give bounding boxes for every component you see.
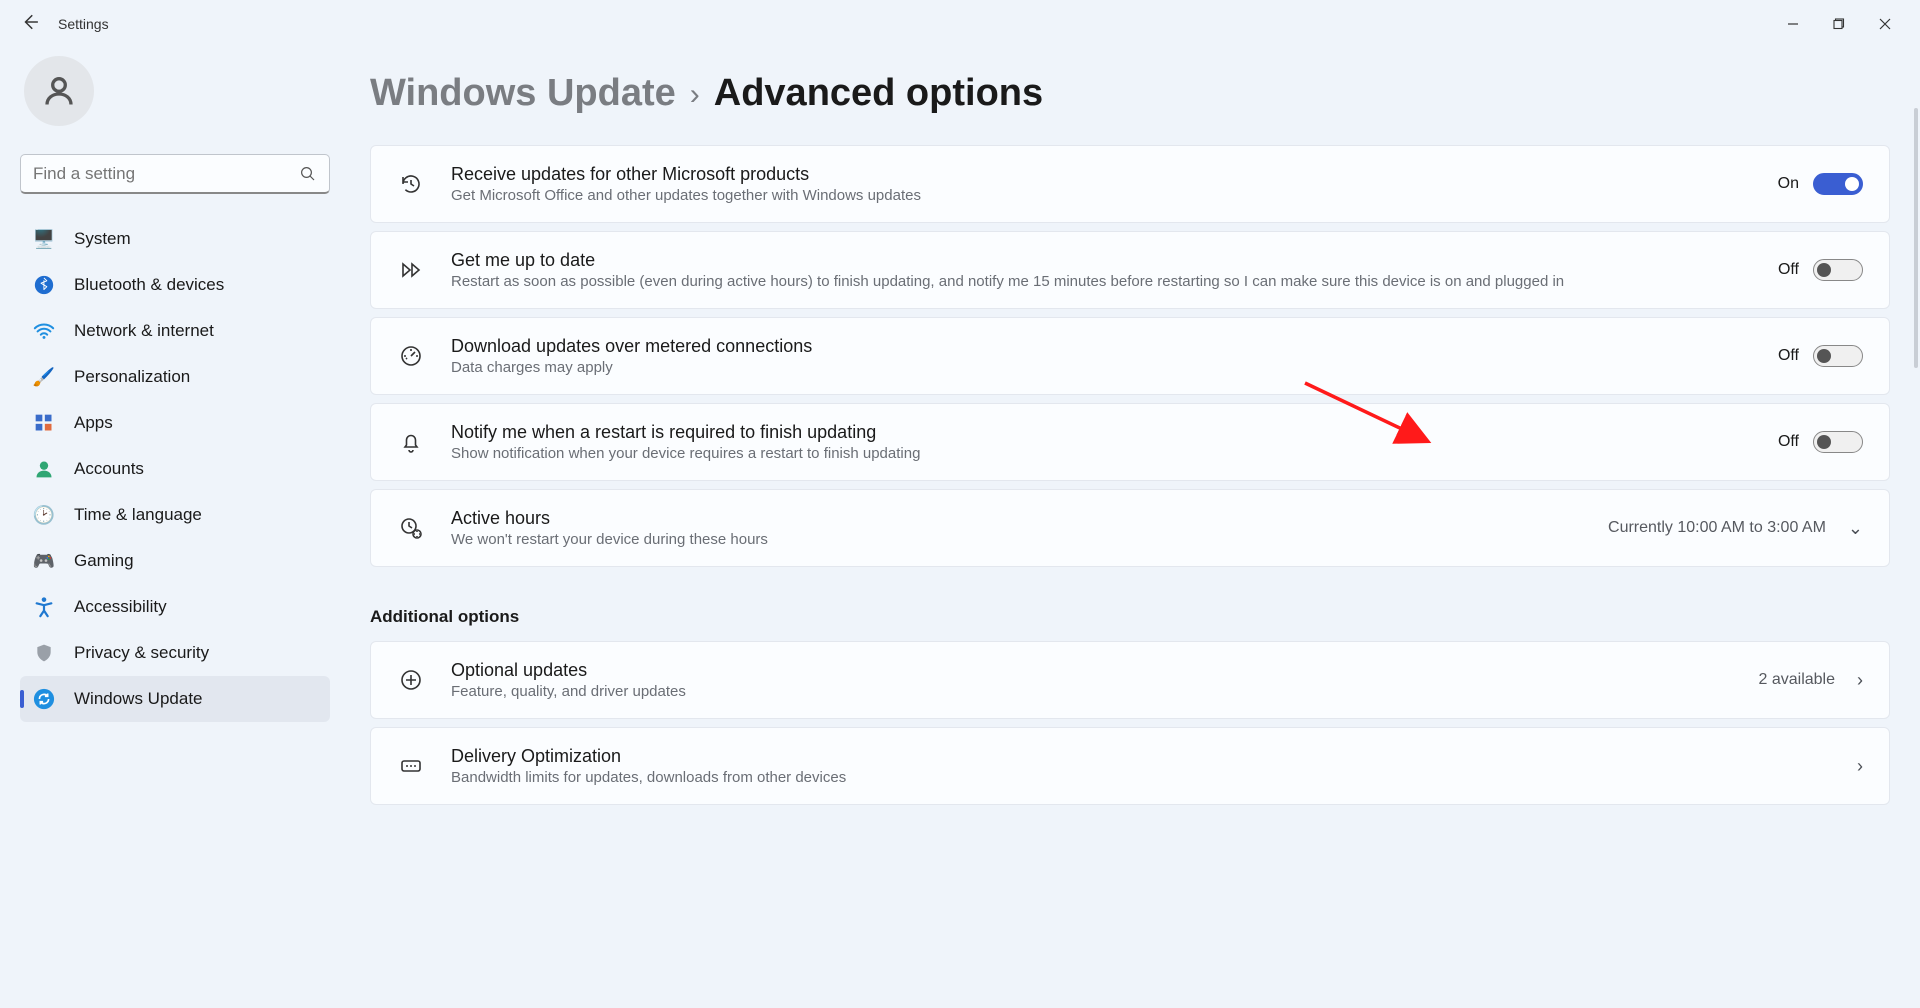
apps-icon bbox=[32, 411, 56, 435]
brush-icon: 🖌️ bbox=[32, 365, 56, 389]
shield-icon bbox=[32, 641, 56, 665]
clock-globe-icon: 🕑 bbox=[32, 503, 56, 527]
breadcrumb: Windows Update › Advanced options bbox=[370, 72, 1890, 115]
update-icon bbox=[32, 687, 56, 711]
close-button[interactable] bbox=[1862, 8, 1908, 40]
sidebar-item-label: Bluetooth & devices bbox=[74, 275, 224, 295]
sidebar-item-label: Privacy & security bbox=[74, 643, 209, 663]
setting-subtitle: Restart as soon as possible (even during… bbox=[451, 273, 1752, 290]
bell-icon bbox=[397, 430, 425, 454]
setting-optional-updates[interactable]: Optional updates Feature, quality, and d… bbox=[370, 641, 1890, 719]
clock-gear-icon bbox=[397, 516, 425, 540]
toggle-receive-other[interactable] bbox=[1813, 173, 1863, 195]
setting-delivery-optimization[interactable]: Delivery Optimization Bandwidth limits f… bbox=[370, 727, 1890, 805]
back-button[interactable] bbox=[12, 13, 48, 36]
setting-title: Delivery Optimization bbox=[451, 746, 1823, 767]
search-input[interactable] bbox=[20, 154, 330, 194]
setting-title: Download updates over metered connection… bbox=[451, 336, 1752, 357]
sidebar-item-network[interactable]: Network & internet bbox=[20, 308, 330, 354]
chevron-right-icon: › bbox=[690, 75, 700, 116]
setting-receive-other-products[interactable]: Receive updates for other Microsoft prod… bbox=[370, 145, 1890, 223]
page-title: Advanced options bbox=[714, 72, 1043, 115]
setting-title: Optional updates bbox=[451, 660, 1733, 681]
setting-title: Get me up to date bbox=[451, 250, 1752, 271]
search-field[interactable] bbox=[33, 164, 299, 184]
user-avatar[interactable] bbox=[24, 56, 94, 126]
setting-subtitle: Bandwidth limits for updates, downloads … bbox=[451, 769, 1823, 786]
sidebar-item-gaming[interactable]: 🎮 Gaming bbox=[20, 538, 330, 584]
setting-title: Notify me when a restart is required to … bbox=[451, 422, 1752, 443]
setting-title: Receive updates for other Microsoft prod… bbox=[451, 164, 1752, 185]
setting-subtitle: Show notification when your device requi… bbox=[451, 445, 1752, 462]
fast-forward-icon bbox=[397, 258, 425, 282]
toggle-metered[interactable] bbox=[1813, 345, 1863, 367]
sidebar-item-bluetooth[interactable]: Bluetooth & devices bbox=[20, 262, 330, 308]
chevron-right-icon: › bbox=[1857, 670, 1863, 691]
chevron-down-icon: ⌄ bbox=[1848, 518, 1863, 539]
accessibility-icon bbox=[32, 595, 56, 619]
chevron-right-icon: › bbox=[1857, 756, 1863, 777]
toggle-state-label: Off bbox=[1778, 433, 1799, 451]
sidebar-item-label: Apps bbox=[74, 413, 113, 433]
app-title: Settings bbox=[58, 16, 109, 32]
setting-active-hours[interactable]: Active hours We won't restart your devic… bbox=[370, 489, 1890, 567]
setting-subtitle: Data charges may apply bbox=[451, 359, 1752, 376]
toggle-notify-restart[interactable] bbox=[1813, 431, 1863, 453]
sidebar-item-label: Gaming bbox=[74, 551, 134, 571]
titlebar: Settings bbox=[0, 0, 1920, 48]
bandwidth-icon bbox=[397, 754, 425, 778]
gamepad-icon: 🎮 bbox=[32, 549, 56, 573]
system-icon: 🖥️ bbox=[32, 227, 56, 251]
main-content: Windows Update › Advanced options Receiv… bbox=[350, 48, 1920, 1008]
sidebar-item-label: Network & internet bbox=[74, 321, 214, 341]
setting-subtitle: Feature, quality, and driver updates bbox=[451, 683, 1733, 700]
toggle-state-label: Off bbox=[1778, 261, 1799, 279]
sidebar-item-accessibility[interactable]: Accessibility bbox=[20, 584, 330, 630]
sidebar-item-privacy[interactable]: Privacy & security bbox=[20, 630, 330, 676]
sidebar-item-personalization[interactable]: 🖌️ Personalization bbox=[20, 354, 330, 400]
setting-get-me-up-to-date[interactable]: Get me up to date Restart as soon as pos… bbox=[370, 231, 1890, 309]
sidebar-item-label: System bbox=[74, 229, 131, 249]
breadcrumb-parent[interactable]: Windows Update bbox=[370, 72, 676, 115]
meter-icon bbox=[397, 344, 425, 368]
sidebar-item-label: Accessibility bbox=[74, 597, 167, 617]
setting-subtitle: We won't restart your device during thes… bbox=[451, 531, 1582, 548]
setting-notify-restart[interactable]: Notify me when a restart is required to … bbox=[370, 403, 1890, 481]
sidebar-item-label: Time & language bbox=[74, 505, 202, 525]
optional-updates-count: 2 available bbox=[1759, 671, 1836, 689]
setting-subtitle: Get Microsoft Office and other updates t… bbox=[451, 187, 1752, 204]
toggle-up-to-date[interactable] bbox=[1813, 259, 1863, 281]
additional-options-heading: Additional options bbox=[370, 607, 1890, 627]
scrollbar[interactable] bbox=[1914, 108, 1918, 368]
sidebar-item-label: Personalization bbox=[74, 367, 190, 387]
setting-metered-connections[interactable]: Download updates over metered connection… bbox=[370, 317, 1890, 395]
active-hours-value: Currently 10:00 AM to 3:00 AM bbox=[1608, 519, 1826, 537]
sidebar-item-label: Accounts bbox=[74, 459, 144, 479]
setting-title: Active hours bbox=[451, 508, 1582, 529]
sidebar-item-label: Windows Update bbox=[74, 689, 203, 709]
plus-circle-icon bbox=[397, 668, 425, 692]
wifi-icon bbox=[32, 319, 56, 343]
minimize-button[interactable] bbox=[1770, 8, 1816, 40]
sidebar-item-system[interactable]: 🖥️ System bbox=[20, 216, 330, 262]
sidebar: 🖥️ System Bluetooth & devices Network & i… bbox=[0, 48, 350, 1008]
person-icon bbox=[32, 457, 56, 481]
sidebar-item-time-language[interactable]: 🕑 Time & language bbox=[20, 492, 330, 538]
sidebar-item-apps[interactable]: Apps bbox=[20, 400, 330, 446]
toggle-state-label: Off bbox=[1778, 347, 1799, 365]
toggle-state-label: On bbox=[1778, 175, 1799, 193]
sidebar-item-windows-update[interactable]: Windows Update bbox=[20, 676, 330, 722]
maximize-button[interactable] bbox=[1816, 8, 1862, 40]
search-icon bbox=[299, 165, 317, 183]
sidebar-item-accounts[interactable]: Accounts bbox=[20, 446, 330, 492]
bluetooth-icon bbox=[32, 273, 56, 297]
history-icon bbox=[397, 172, 425, 196]
